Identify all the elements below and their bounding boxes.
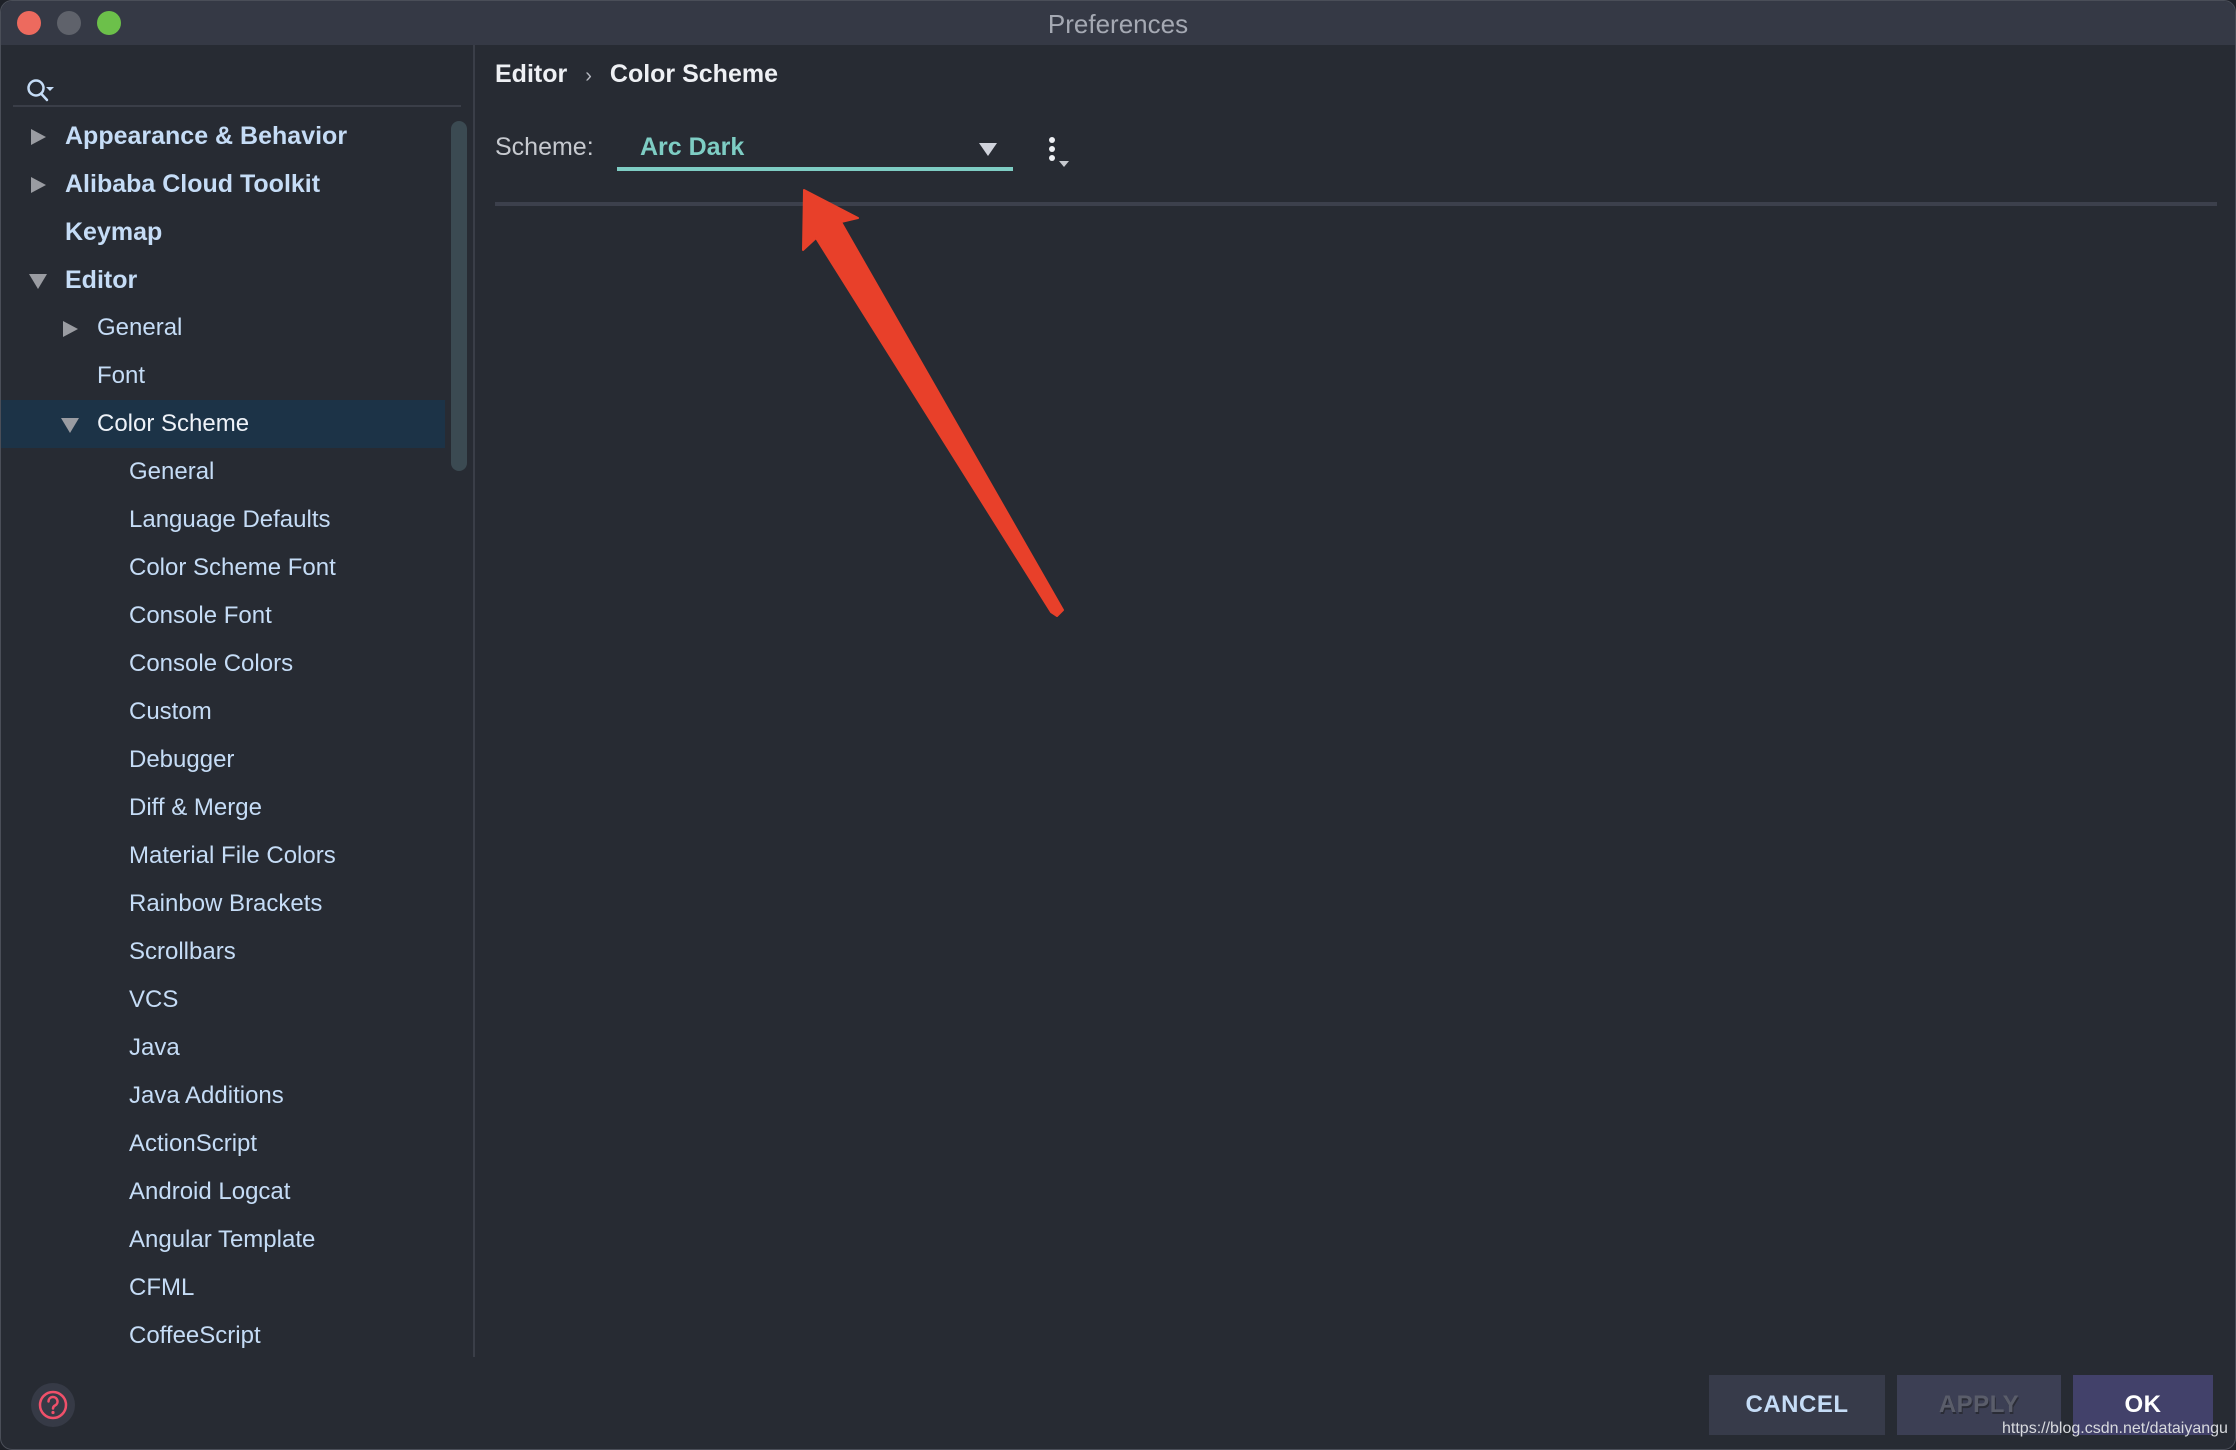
sidebar-item-label: Material File Colors xyxy=(129,842,336,869)
sidebar-item[interactable]: Appearance & Behavior xyxy=(1,112,445,160)
sidebar-item[interactable]: Java xyxy=(1,1024,445,1072)
sidebar-item-label: Alibaba Cloud Toolkit xyxy=(65,170,321,198)
content-panel: Editor › Color Scheme Scheme: Arc Dark xyxy=(475,45,2235,1449)
preferences-window: Preferences Appearance & Behavior Alibaba… xyxy=(0,0,2236,1450)
sidebar-item-label: ActionScript xyxy=(129,1130,258,1157)
breadcrumb: Editor › Color Scheme xyxy=(495,60,778,89)
scheme-label: Scheme: xyxy=(495,133,594,161)
expanded-arrow-icon[interactable] xyxy=(29,256,49,304)
sidebar-item-label: Java Additions xyxy=(129,1082,284,1109)
chevron-down-icon xyxy=(979,143,997,156)
window-title: Preferences xyxy=(1047,9,1189,39)
sidebar-item-label: Console Font xyxy=(129,602,272,629)
sidebar-item-label: Color Scheme xyxy=(97,410,250,437)
sidebar-item[interactable]: Custom xyxy=(1,688,445,736)
sidebar-item[interactable]: General xyxy=(1,304,445,352)
sidebar-item-label: Java xyxy=(129,1034,180,1061)
sidebar-item-label: CoffeeScript xyxy=(129,1322,261,1349)
triangle-right-icon xyxy=(63,321,78,337)
sidebar-item[interactable]: Color Scheme xyxy=(1,400,445,448)
dropdown-indicator-icon xyxy=(1059,161,1069,167)
collapsed-arrow-icon[interactable] xyxy=(61,304,81,352)
sidebar-item[interactable]: Java Additions xyxy=(1,1072,445,1120)
sidebar-item[interactable]: Console Font xyxy=(1,592,445,640)
breadcrumb-editor[interactable]: Editor xyxy=(495,60,567,88)
sidebar-item[interactable]: VCS xyxy=(1,976,445,1024)
sidebar-item-label: Editor xyxy=(65,266,138,294)
expanded-arrow-icon[interactable] xyxy=(61,400,81,448)
settings-tree: Appearance & Behavior Alibaba Cloud Toolk… xyxy=(1,112,445,1360)
sidebar-item[interactable]: Font xyxy=(1,352,445,400)
sidebar-item-label: Angular Template xyxy=(129,1226,316,1253)
sidebar-item[interactable]: Color Scheme Font xyxy=(1,544,445,592)
sidebar-item[interactable]: Angular Template xyxy=(1,1216,445,1264)
triangle-down-icon xyxy=(61,418,79,433)
triangle-down-icon xyxy=(29,274,47,289)
sidebar-item[interactable]: ActionScript xyxy=(1,1120,445,1168)
sidebar-item[interactable]: CoffeeScript xyxy=(1,1312,445,1360)
sidebar-item[interactable]: Material File Colors xyxy=(1,832,445,880)
scheme-dropdown[interactable]: Arc Dark xyxy=(617,125,1013,171)
sidebar-item-label: Appearance & Behavior xyxy=(65,122,348,150)
sidebar-item-label: Debugger xyxy=(129,746,235,773)
sidebar-item-label: Color Scheme Font xyxy=(129,554,336,581)
title-bar: Preferences xyxy=(1,1,2235,45)
watermark: https://blog.csdn.net/dataiyangu xyxy=(2002,1420,2228,1437)
breadcrumb-separator: › xyxy=(585,65,592,87)
sidebar-item[interactable]: Keymap xyxy=(1,208,445,256)
sidebar-item-label: VCS xyxy=(129,986,179,1013)
sidebar-item-label: Android Logcat xyxy=(129,1178,291,1205)
sidebar-item[interactable]: Editor xyxy=(1,256,445,304)
sidebar-item-label: Language Defaults xyxy=(129,506,331,533)
scheme-actions-menu-button[interactable] xyxy=(1045,137,1075,169)
settings-search-input[interactable] xyxy=(13,57,461,107)
sidebar-item-label: CFML xyxy=(129,1274,195,1301)
sidebar-item-label: General xyxy=(129,458,215,485)
help-button[interactable] xyxy=(31,1383,75,1427)
sidebar-item-label: Diff & Merge xyxy=(129,794,262,821)
sidebar-scrollbar[interactable] xyxy=(451,121,467,471)
sidebar-item[interactable]: Console Colors xyxy=(1,640,445,688)
sidebar-item-label: Custom xyxy=(129,698,212,725)
search-icon[interactable] xyxy=(25,77,61,107)
collapsed-arrow-icon[interactable] xyxy=(29,160,49,208)
content-separator xyxy=(495,202,2217,206)
help-icon xyxy=(38,1390,68,1420)
sidebar-item-label: Rainbow Brackets xyxy=(129,890,323,917)
sidebar-item[interactable]: Language Defaults xyxy=(1,496,445,544)
collapsed-arrow-icon[interactable] xyxy=(29,112,49,160)
sidebar-item[interactable]: Alibaba Cloud Toolkit xyxy=(1,160,445,208)
scheme-selected-value: Arc Dark xyxy=(640,133,745,161)
sidebar-item[interactable]: CFML xyxy=(1,1264,445,1312)
sidebar-item-label: General xyxy=(97,314,183,341)
cancel-button[interactable]: CANCEL xyxy=(1709,1375,1885,1435)
sidebar-item[interactable]: Diff & Merge xyxy=(1,784,445,832)
sidebar-item[interactable]: Rainbow Brackets xyxy=(1,880,445,928)
sidebar-item[interactable]: Android Logcat xyxy=(1,1168,445,1216)
sidebar-item[interactable]: Debugger xyxy=(1,736,445,784)
sidebar-item-label: Keymap xyxy=(65,218,163,246)
sidebar-item-label: Console Colors xyxy=(129,650,294,677)
sidebar-item-label: Scrollbars xyxy=(129,938,236,965)
sidebar-item[interactable]: Scrollbars xyxy=(1,928,445,976)
sidebar-item-label: Font xyxy=(97,362,146,389)
breadcrumb-color-scheme: Color Scheme xyxy=(609,60,778,88)
settings-sidebar: Appearance & Behavior Alibaba Cloud Toolk… xyxy=(1,45,473,1357)
triangle-right-icon xyxy=(31,129,46,145)
triangle-right-icon xyxy=(31,177,46,193)
sidebar-item[interactable]: General xyxy=(1,448,445,496)
